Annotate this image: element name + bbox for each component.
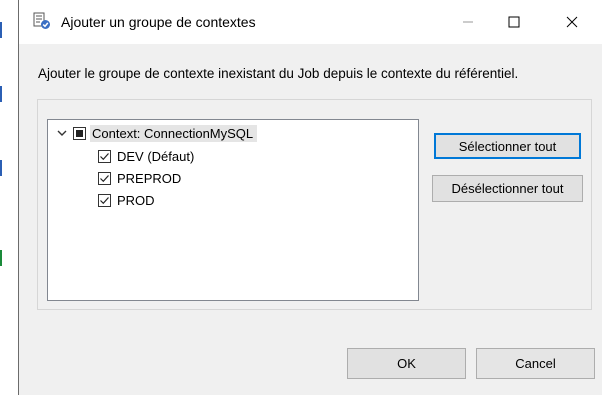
maximize-icon	[508, 16, 520, 28]
minimize-button[interactable]	[445, 0, 491, 44]
select-all-button[interactable]: Sélectionner tout	[434, 133, 581, 159]
window-title: Ajouter un groupe de contextes	[61, 14, 256, 30]
tree-item[interactable]: PROD	[98, 190, 155, 210]
tree-root-item[interactable]: Context: ConnectionMySQL	[56, 123, 258, 143]
tree-item-label: PROD	[117, 192, 155, 208]
close-icon	[566, 16, 578, 28]
background-marker	[0, 160, 2, 176]
maximize-button[interactable]	[491, 0, 537, 44]
context-tree[interactable]: Context: ConnectionMySQL DEV (Défaut) PR…	[47, 119, 419, 301]
background-marker	[0, 86, 2, 102]
item-checkbox[interactable]	[98, 149, 111, 163]
ok-button[interactable]: OK	[347, 348, 466, 379]
background-marker	[0, 22, 2, 38]
tree-item[interactable]: DEV (Défaut)	[98, 146, 194, 166]
check-icon	[100, 196, 109, 204]
item-checkbox[interactable]	[98, 193, 111, 207]
check-icon	[100, 174, 109, 182]
partial-check-icon	[76, 129, 83, 137]
tree-item[interactable]: PREPROD	[98, 168, 181, 188]
background-window-edge	[0, 0, 18, 395]
tree-item-label: PREPROD	[117, 170, 182, 186]
tree-item-label: DEV (Défaut)	[117, 148, 195, 164]
add-context-group-dialog: Ajouter un groupe de contextes Ajouter l…	[18, 0, 602, 395]
minimize-icon	[463, 21, 473, 23]
cancel-button[interactable]: Cancel	[476, 348, 595, 379]
dialog-description: Ajouter le groupe de contexte inexistant…	[38, 66, 519, 81]
context-group-icon	[33, 12, 51, 30]
check-icon	[100, 152, 109, 160]
chevron-down-icon[interactable]	[56, 127, 68, 139]
item-checkbox[interactable]	[98, 171, 111, 185]
title-bar[interactable]: Ajouter un groupe de contextes	[19, 0, 602, 44]
deselect-all-button[interactable]: Désélectionner tout	[432, 175, 583, 202]
tree-root-label: Context: ConnectionMySQL	[90, 124, 258, 142]
root-checkbox[interactable]	[73, 126, 86, 140]
background-marker	[0, 250, 2, 266]
close-button[interactable]	[549, 0, 595, 44]
